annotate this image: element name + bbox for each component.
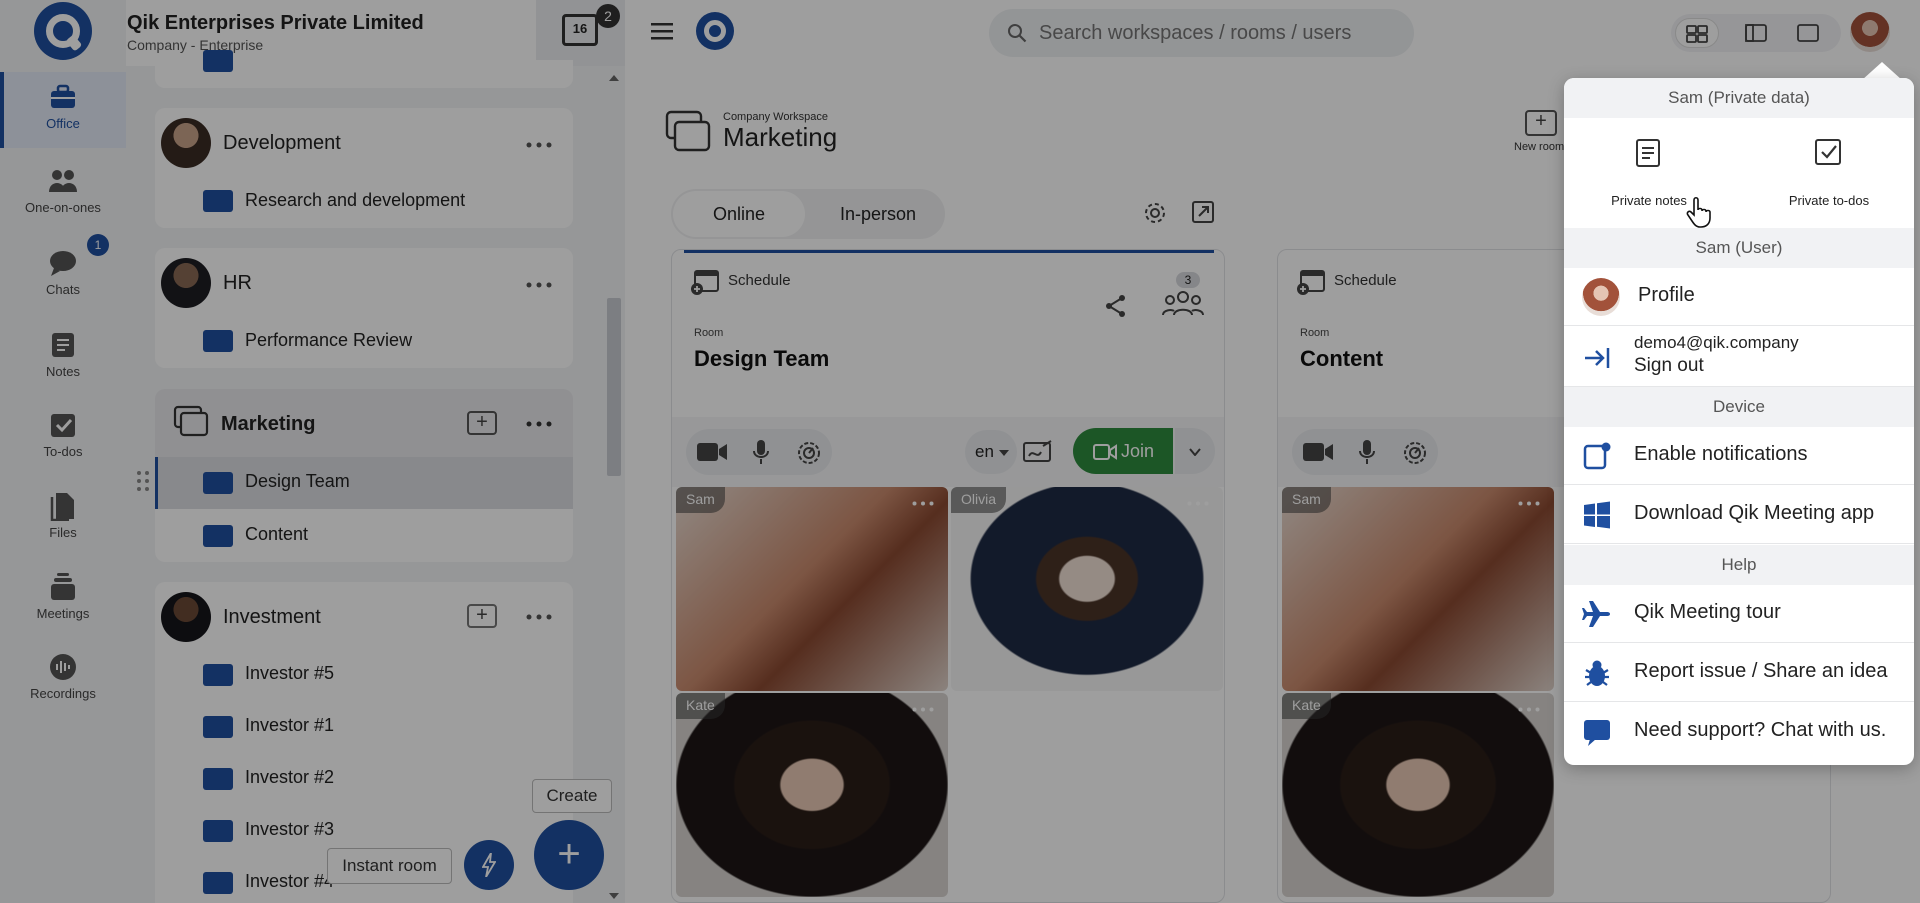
menu-enable-notifications[interactable]: Enable notifications [1564, 427, 1914, 485]
airplane-icon [1582, 601, 1610, 627]
menu-support-chat[interactable]: Need support? Chat with us. [1564, 703, 1914, 761]
sign-out-icon [1585, 348, 1610, 368]
tour-label: Qik Meeting tour [1634, 601, 1781, 623]
menu-profile[interactable]: Profile [1564, 268, 1914, 326]
menu-download-app[interactable]: Download Qik Meeting app [1564, 486, 1914, 544]
menu-section-private: Sam (Private data) [1564, 78, 1914, 118]
note-icon [1636, 139, 1660, 167]
windows-icon [1584, 501, 1610, 529]
user-email: demo4@qik.company [1634, 333, 1799, 352]
menu-tour[interactable]: Qik Meeting tour [1564, 585, 1914, 643]
hand-cursor-icon [1686, 196, 1711, 228]
profile-avatar [1582, 278, 1620, 316]
notification-icon [1583, 442, 1611, 470]
private-todos-label: Private to-dos [1788, 193, 1870, 208]
download-app-label: Download Qik Meeting app [1634, 502, 1875, 524]
support-chat-icon [1584, 720, 1610, 746]
private-todos-button[interactable]: Private to-dos [1739, 118, 1914, 228]
menu-section-device: Device [1564, 387, 1914, 427]
menu-report-issue[interactable]: Report issue / Share an idea [1564, 644, 1914, 702]
user-menu: Sam (Private data) Private notes Private… [1564, 78, 1914, 765]
modal-backdrop-top[interactable] [0, 0, 1920, 66]
report-issue-label: Report issue / Share an idea [1634, 660, 1888, 682]
menu-section-user: Sam (User) [1564, 228, 1914, 268]
menu-section-help: Help [1564, 545, 1914, 585]
menu-profile-label: Profile [1638, 284, 1695, 306]
sign-out-label: Sign out [1634, 355, 1704, 376]
menu-sign-out[interactable]: demo4@qik.company Sign out [1564, 327, 1914, 387]
bug-icon [1585, 660, 1609, 686]
enable-notifications-label: Enable notifications [1634, 443, 1808, 465]
checkbox-icon [1815, 139, 1841, 165]
support-chat-label: Need support? Chat with us. [1634, 719, 1887, 741]
